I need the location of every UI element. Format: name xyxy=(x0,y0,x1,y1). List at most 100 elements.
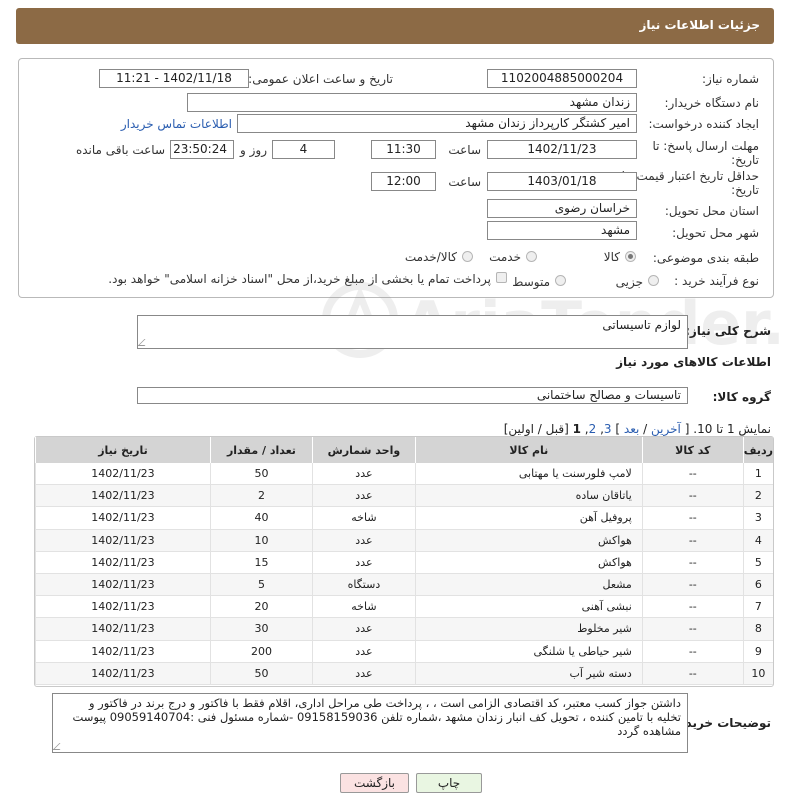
cell-date: 1402/11/23 xyxy=(35,662,210,685)
pagination-next-link[interactable]: بعد xyxy=(624,422,639,436)
goods-group-label: گروه کالا: xyxy=(712,390,771,404)
table-row[interactable]: 7 -- نبشی آهنی شاخه 20 1402/11/23 xyxy=(35,596,773,619)
table-row[interactable]: 10 -- دسته شیر آب عدد 50 1402/11/23 xyxy=(35,662,773,685)
need-number-field[interactable]: 1102004885000204 xyxy=(487,69,637,88)
table-row[interactable]: 1 -- لامپ فلورسنت یا مهتابی عدد 50 1402/11/23 xyxy=(35,463,773,486)
cell-code: -- xyxy=(641,596,743,619)
goods-group-field[interactable]: تاسیسات و مصالح ساختمانی xyxy=(137,387,688,404)
category-radio-goods[interactable] xyxy=(625,251,636,262)
deadline-label-date: تاریخ: xyxy=(731,153,759,167)
goods-section-title: اطلاعات کالاهای مورد نیاز xyxy=(616,355,771,369)
cell-row-number: 10 xyxy=(742,662,773,685)
table-header-row: ردیف کد کالا نام کالا واحد شمارش تعداد /… xyxy=(35,437,773,463)
process-label: نوع فرآیند خرید : xyxy=(674,274,759,288)
buyer-notes-line: داشتن جواز کسب معتبر، کد اقتصادی الزامی … xyxy=(88,696,681,710)
deadline-time-label: ساعت xyxy=(448,143,481,157)
category-radio-goods-service[interactable] xyxy=(462,251,473,262)
table-row[interactable]: 5 -- هواکش عدد 15 1402/11/23 xyxy=(35,551,773,574)
cell-code: -- xyxy=(641,640,743,663)
cell-quantity: 20 xyxy=(209,596,312,619)
description-label: شرح کلی نیاز: xyxy=(685,324,771,338)
cell-quantity: 15 xyxy=(209,551,312,574)
resize-grip-icon[interactable] xyxy=(138,339,152,346)
deadline-date-field[interactable]: 1402/11/23 xyxy=(487,140,637,159)
buyer-notes-textarea[interactable]: داشتن جواز کسب معتبر، کد اقتصادی الزامی … xyxy=(52,693,688,753)
category-option-goods-service: کالا/خدمت xyxy=(404,250,457,264)
creator-field[interactable]: امیر کشتگر کارپرداز زندان مشهد xyxy=(237,114,637,133)
cell-date: 1402/11/23 xyxy=(35,640,210,663)
category-radio-service[interactable] xyxy=(526,251,537,262)
table-row[interactable]: 4 -- هواکش عدد 10 1402/11/23 xyxy=(35,529,773,552)
cell-row-number: 4 xyxy=(742,529,773,552)
back-button[interactable]: بازگشت xyxy=(340,773,409,793)
province-label: استان محل تحویل: xyxy=(664,204,759,218)
pagination-showing: نمایش 1 تا 10. xyxy=(693,422,771,436)
buyer-org-label: نام دستگاه خریدار: xyxy=(664,96,760,110)
page-header: جزئیات اطلاعات نیاز xyxy=(16,8,774,44)
cell-code: -- xyxy=(641,463,743,486)
print-button[interactable]: چاپ xyxy=(416,773,482,793)
process-option-medium: متوسط xyxy=(512,275,550,289)
cell-quantity: 40 xyxy=(209,507,312,530)
cell-unit: عدد xyxy=(311,618,415,641)
cell-date: 1402/11/23 xyxy=(35,618,210,641)
cell-row-number: 1 xyxy=(742,463,773,486)
cell-date: 1402/11/23 xyxy=(35,485,210,508)
cell-quantity: 50 xyxy=(209,463,312,486)
remaining-label: ساعت باقی مانده xyxy=(75,143,165,157)
table-row[interactable]: 9 -- شیر حیاطی یا شلنگی عدد 200 1402/11/23 xyxy=(35,640,773,663)
cell-name: لامپ فلورسنت یا مهتابی xyxy=(414,463,642,486)
validity-date-field[interactable]: 1403/01/18 xyxy=(487,172,637,191)
cell-code: -- xyxy=(641,529,743,552)
cell-code: -- xyxy=(641,485,743,508)
cell-code: -- xyxy=(641,662,743,685)
category-option-service: خدمت xyxy=(489,250,521,264)
cell-unit: عدد xyxy=(311,463,415,486)
col-header-name[interactable]: نام کالا xyxy=(414,437,642,463)
buyer-org-field[interactable]: زندان مشهد xyxy=(187,93,637,112)
cell-date: 1402/11/23 xyxy=(35,463,210,486)
deadline-time-field[interactable]: 11:30 xyxy=(371,140,436,159)
cell-code: -- xyxy=(641,618,743,641)
cell-name: شیر حیاطی یا شلنگی xyxy=(414,640,642,663)
category-option-goods: کالا xyxy=(603,250,620,264)
page-title: جزئیات اطلاعات نیاز xyxy=(639,18,760,32)
days-field[interactable]: 4 xyxy=(272,140,335,159)
pagination-page-3[interactable]: 3 xyxy=(604,422,612,436)
table-row[interactable]: 2 -- یاتاقان ساده عدد 2 1402/11/23 xyxy=(35,485,773,508)
col-header-code[interactable]: کد کالا xyxy=(641,437,743,463)
cell-code: -- xyxy=(641,507,743,530)
buyer-notes-line: مشاهده گردد xyxy=(617,724,681,738)
city-field[interactable]: مشهد xyxy=(487,221,637,240)
buyer-contact-link[interactable]: اطلاعات تماس خریدار xyxy=(121,117,232,131)
cell-row-number: 3 xyxy=(742,507,773,530)
col-header-date[interactable]: تاریخ نیاز xyxy=(35,437,210,463)
days-label: روز و xyxy=(240,143,267,157)
buyer-notes-line: تخلیه با تامین کننده ، تحویل کف انبار زن… xyxy=(72,710,681,724)
description-textarea[interactable]: لوازم تاسیساتی xyxy=(137,315,688,349)
cell-quantity: 30 xyxy=(209,618,312,641)
cell-code: -- xyxy=(641,551,743,574)
resize-grip-icon[interactable] xyxy=(53,743,67,750)
process-radio-minor[interactable] xyxy=(648,275,659,286)
col-header-unit[interactable]: واحد شمارش xyxy=(311,437,415,463)
treasury-bonds-checkbox[interactable] xyxy=(496,272,507,283)
cell-quantity: 200 xyxy=(209,640,312,663)
cell-row-number: 5 xyxy=(742,551,773,574)
table-row[interactable]: 6 -- مشعل دستگاه 5 1402/11/23 xyxy=(35,573,773,597)
process-radio-medium[interactable] xyxy=(555,275,566,286)
table-row[interactable]: 8 -- شیر مخلوط عدد 30 1402/11/23 xyxy=(35,618,773,641)
table-row[interactable]: 3 -- پروفیل آهن شاخه 40 1402/11/23 xyxy=(35,507,773,530)
pagination-prev-first: [قبل / اولین] xyxy=(503,422,569,436)
announce-field[interactable]: 1402/11/18 - 11:21 xyxy=(99,69,249,88)
col-header-row-number[interactable]: ردیف xyxy=(742,437,773,463)
remaining-time-field[interactable]: 23:50:24 xyxy=(170,140,234,159)
pagination-page-2[interactable]: 2 xyxy=(589,422,597,436)
pagination-last-link[interactable]: آخرین xyxy=(651,422,681,436)
validity-time-field[interactable]: 12:00 xyxy=(371,172,436,191)
col-header-quantity[interactable]: تعداد / مقدار xyxy=(209,437,312,463)
cell-unit: شاخه xyxy=(311,596,415,619)
description-text: لوازم تاسیساتی xyxy=(602,318,681,332)
province-field[interactable]: خراسان رضوی xyxy=(487,199,637,218)
goods-table-container: ردیف کد کالا نام کالا واحد شمارش تعداد /… xyxy=(34,436,774,687)
